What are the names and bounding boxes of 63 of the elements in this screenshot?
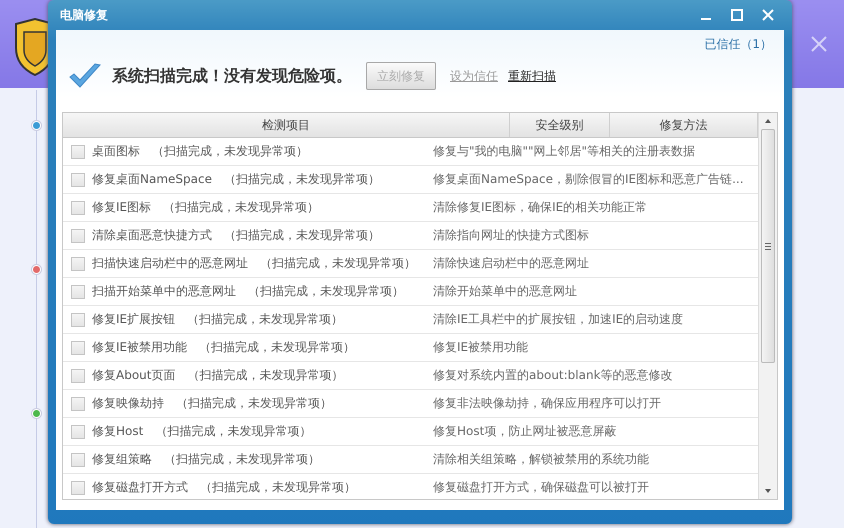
scan-status: （扫描完成，未发现异常项） [163, 199, 320, 216]
scan-status: （扫描完成，未发现异常项） [199, 339, 356, 356]
checkbox[interactable] [71, 480, 85, 494]
scan-status: （扫描完成，未发现异常项） [155, 423, 312, 440]
checkbox[interactable] [71, 284, 85, 298]
scan-status: （扫描完成，未发现异常项） [187, 367, 344, 384]
fix-description: 修复对系统内置的about:blank等的恶意修改 [433, 367, 674, 384]
column-header[interactable]: 安全级别 [510, 113, 610, 137]
checkbox[interactable] [71, 340, 85, 354]
fix-description: 清除快速启动栏中的恶意网址 [433, 255, 590, 272]
scan-result-text: 系统扫描完成！没有发现危险项。 [112, 66, 352, 86]
fix-description: 修复与"我的电脑""网上邻居"等相关的注册表数据 [433, 143, 696, 160]
fix-description: 修复IE被禁用功能 [433, 339, 530, 356]
scan-status: （扫描完成，未发现异常项） [260, 255, 416, 272]
item-name: 清除桌面恶意快捷方式 [92, 227, 212, 244]
checkmark-icon [68, 62, 102, 90]
checkbox[interactable] [71, 228, 85, 242]
column-header[interactable]: 检测项目 [63, 113, 510, 137]
rescan-link[interactable]: 重新扫描 [508, 68, 556, 84]
fix-description: 清除IE工具栏中的扩展按钮，加速IE的启动速度 [433, 311, 684, 328]
item-name: 桌面图标 [92, 143, 140, 160]
fix-description: 清除修复IE图标，确保IE的相关功能正常 [433, 199, 648, 216]
scan-status: （扫描完成，未发现异常项） [200, 479, 356, 496]
scan-status: （扫描完成，未发现异常项） [224, 227, 380, 244]
fix-description: 修复桌面NameSpace，剔除假冒的IE图标和恶意广告链... [433, 171, 745, 188]
scan-status: （扫描完成，未发现异常项） [152, 143, 308, 160]
fix-description: 修复非法映像劫持，确保应用程序可以打开 [433, 395, 662, 412]
scan-status: （扫描完成，未发现异常项） [187, 311, 344, 328]
item-name: 修复桌面NameSpace [92, 171, 212, 188]
checkbox[interactable] [71, 396, 85, 410]
checkbox[interactable] [71, 200, 85, 214]
checkbox[interactable] [71, 452, 85, 466]
item-name: 扫描快速启动栏中的恶意网址 [92, 255, 248, 272]
scroll-thumb[interactable] [761, 129, 775, 363]
item-name: 修复映像劫持 [92, 395, 164, 412]
scan-status: （扫描完成，未发现异常项） [224, 171, 380, 188]
scrollbar[interactable] [758, 113, 777, 499]
checkbox[interactable] [71, 172, 85, 186]
item-name: 修复IE图标 [92, 199, 152, 216]
fix-description: 清除指向网址的快捷方式图标 [433, 227, 590, 244]
checkbox[interactable] [71, 424, 85, 438]
trusted-link[interactable]: 已信任（1） [704, 36, 772, 54]
item-name: 修复IE扩展按钮 [92, 311, 176, 328]
checkbox[interactable] [71, 256, 85, 270]
checkbox[interactable] [71, 312, 85, 326]
checkbox[interactable] [71, 368, 85, 382]
item-name: 修复IE被禁用功能 [92, 339, 188, 356]
fix-description: 修复磁盘打开方式，确保磁盘可以被打开 [433, 479, 650, 496]
item-name: 修复组策略 [92, 451, 152, 468]
fix-description: 修复Host项，防止网址被恶意屏蔽 [433, 423, 618, 440]
item-name: 修复磁盘打开方式 [92, 479, 188, 496]
checkbox[interactable] [71, 144, 85, 158]
item-name: 修复About页面 [92, 367, 176, 384]
window-title: 电脑修复 [60, 6, 108, 24]
item-name: 扫描开始菜单中的恶意网址 [92, 283, 236, 300]
scan-status: （扫描完成，未发现异常项） [248, 283, 404, 300]
scan-status: （扫描完成，未发现异常项） [164, 451, 320, 468]
fix-description: 清除开始菜单中的恶意网址 [433, 283, 578, 300]
item-name: 修复Host [92, 423, 144, 440]
maximize-icon[interactable] [731, 9, 743, 21]
close-icon[interactable] [810, 35, 828, 53]
fix-description: 清除相关组策略，解锁被禁用的系统功能 [433, 451, 650, 468]
scan-status: （扫描完成，未发现异常项） [176, 395, 332, 412]
